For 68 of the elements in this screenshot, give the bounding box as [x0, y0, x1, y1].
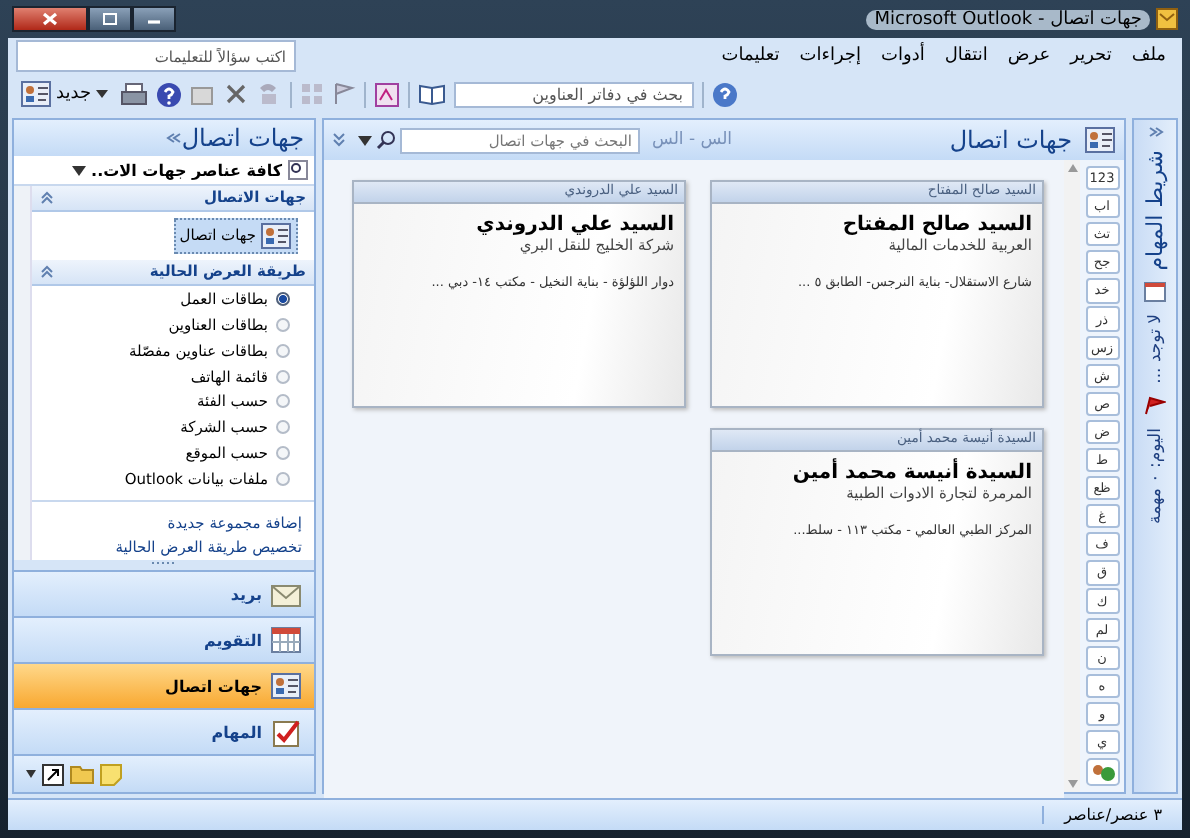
scroll-up-icon[interactable] [1067, 164, 1077, 172]
delete-icon[interactable] [223, 82, 248, 106]
contacts-title: جهات اتصال [949, 126, 1072, 154]
contact-card-icon [20, 80, 52, 108]
appointments-text: لا توجد ... [1145, 314, 1165, 385]
navigation-button[interactable]: بريد [14, 570, 314, 616]
help-icon[interactable] [711, 81, 738, 107]
close-button[interactable] [12, 6, 88, 32]
window-title: Microsoft Outlook - جهات اتصال [866, 9, 1150, 29]
radio-button[interactable] [276, 291, 290, 306]
radio-button[interactable] [276, 369, 290, 384]
contact-name: السيد علي الدروندي [474, 212, 676, 236]
to-do-bar-title: شريط المهام [1142, 150, 1168, 271]
envelope-icon [270, 580, 302, 608]
minimize-button[interactable] [132, 6, 176, 32]
scrollbar[interactable] [1064, 160, 1080, 792]
note-icon[interactable] [100, 763, 122, 785]
navigation-button[interactable]: التقويم [14, 616, 314, 662]
flag-icon [1144, 396, 1166, 417]
flag-icon[interactable] [331, 82, 356, 106]
collapse-chevron-icon[interactable] [40, 190, 54, 205]
dropdown-arrow-icon [71, 165, 86, 175]
item-count: ٣ عنصر/عناصر [1042, 806, 1182, 824]
navigation-button[interactable]: جهات اتصال [14, 662, 314, 708]
radio-button[interactable] [276, 394, 290, 409]
scrollbar[interactable] [14, 186, 32, 560]
contact-card-icon [1084, 126, 1116, 154]
contact-name: السيد صالح المفتاح [840, 212, 1034, 236]
contact-card-icon [270, 672, 302, 700]
new-button[interactable]: جديد [16, 78, 112, 110]
collapse-chevron-icon[interactable] [165, 132, 182, 144]
open-book-icon[interactable] [417, 82, 446, 106]
navigation-button[interactable]: المهام [14, 708, 314, 754]
splitter-grip-icon[interactable] [150, 560, 178, 566]
menu-item[interactable]: أدوات [881, 46, 925, 66]
menu-item[interactable]: تحرير [1070, 46, 1112, 66]
contact-name: السيدة أنيسة محمد أمين [790, 456, 1034, 484]
radio-button[interactable] [276, 420, 290, 435]
dropdown-arrow-icon[interactable] [358, 135, 372, 145]
contact-card-icon [260, 221, 292, 250]
navigation-pane-title: جهات اتصال [181, 124, 304, 152]
menu-item[interactable]: إجراءات [799, 46, 861, 66]
menu-item[interactable]: تعليمات [721, 46, 780, 66]
menu-item[interactable]: انتقال [944, 46, 988, 66]
scroll-down-icon[interactable] [1067, 780, 1077, 788]
radio-button[interactable] [276, 317, 290, 332]
menu-item[interactable]: ملف [1131, 46, 1166, 66]
dropdown-arrow-icon [95, 90, 108, 98]
collapse-chevron-icon[interactable] [332, 132, 346, 148]
shortcut-icon[interactable] [42, 763, 64, 785]
clipboard-check-icon [270, 717, 302, 747]
close-icon [42, 12, 58, 26]
collapse-chevron-icon[interactable] [40, 264, 54, 279]
help-icon[interactable] [155, 81, 182, 107]
expand-chevron-icon[interactable] [1147, 126, 1163, 138]
outlook-icon [1156, 8, 1178, 30]
search-icon[interactable] [376, 130, 396, 150]
radio-button[interactable] [276, 343, 290, 358]
square-icon [102, 12, 118, 26]
radio-button[interactable] [276, 472, 290, 487]
menu-item[interactable]: عرض [1007, 46, 1051, 66]
maximize-button[interactable] [88, 6, 132, 32]
tasks-text: اليوم: ٠ مهمة [1145, 428, 1165, 525]
dropdown-arrow-icon[interactable] [26, 770, 36, 778]
printer-icon[interactable] [119, 81, 148, 107]
address-book-search-field[interactable]: بحث في دفاتر العناوين [453, 81, 694, 107]
radio-button[interactable] [276, 446, 290, 461]
range-label: الس - الس [652, 130, 733, 150]
